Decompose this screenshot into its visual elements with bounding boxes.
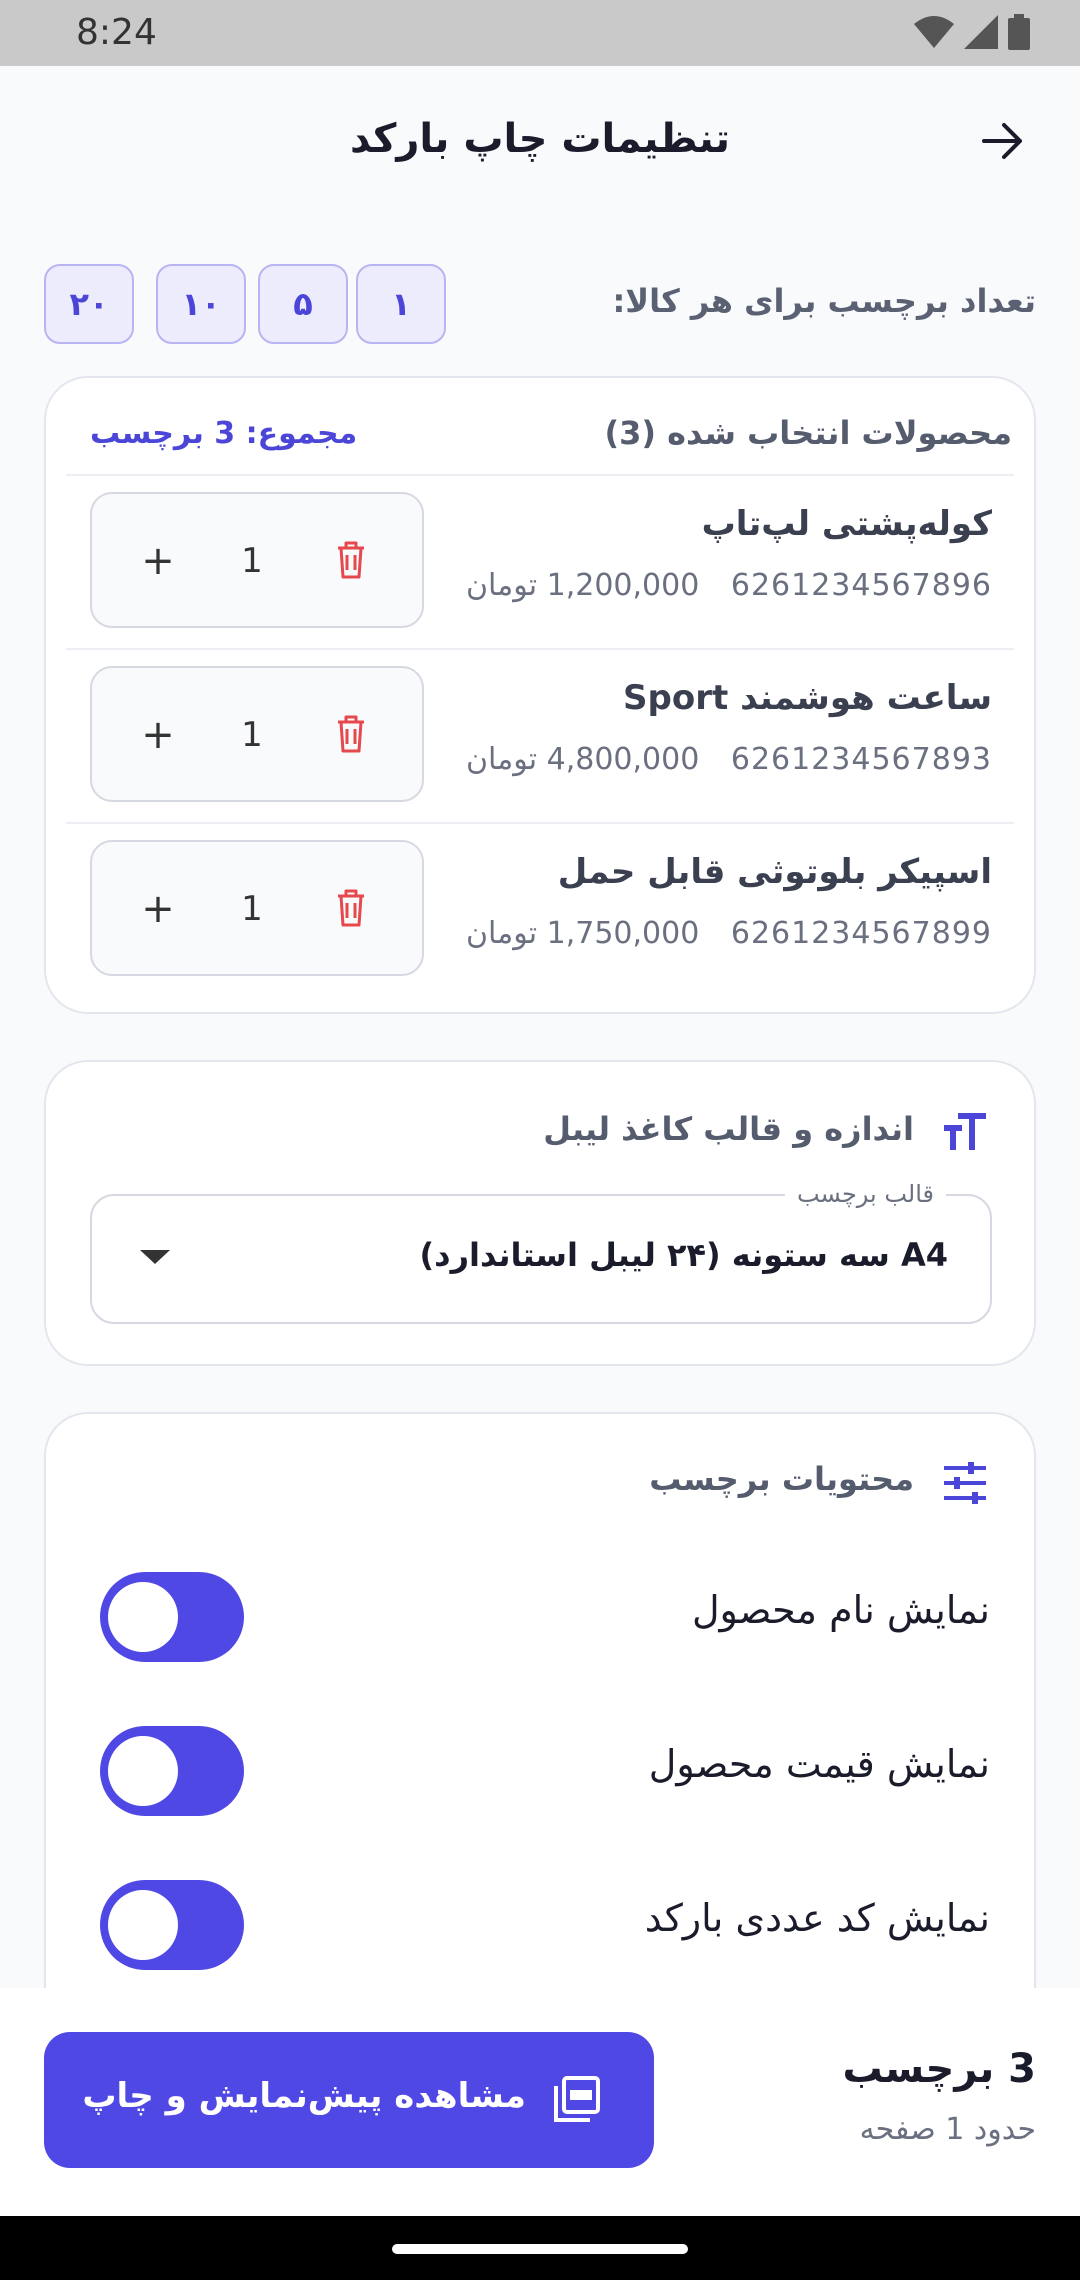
preview-print-label: مشاهده پیش‌نمایش و چاپ (82, 2076, 526, 2116)
status-time: 8:24 (76, 12, 157, 53)
top-app-bar: تنظیمات چاپ بارکد (0, 66, 1080, 216)
wifi-icon (914, 16, 954, 48)
increase-button[interactable]: + (138, 534, 178, 588)
delete-icon[interactable] (336, 888, 366, 928)
product-barcode: 6261234567896 (730, 568, 992, 603)
show-barcode-number-toggle[interactable] (100, 1880, 244, 1970)
status-icons (914, 14, 1030, 50)
selected-template: A4 سه ستونه (۲۴ لیبل استاندارد) (419, 1236, 948, 1274)
label-contents-title: محتویات برچسب (649, 1460, 914, 1498)
back-arrow-icon[interactable] (978, 116, 1028, 166)
increase-button[interactable]: + (138, 708, 178, 762)
quantity-value: 1 (241, 541, 263, 581)
increase-button[interactable]: + (138, 882, 178, 936)
qty-chip-20[interactable]: ۲۰ (44, 264, 134, 344)
qty-chip-5[interactable]: ۵ (258, 264, 348, 344)
labels-per-item-row: تعداد برچسب برای هر کالا: ۱ ۵ ۱۰ ۲۰ (44, 264, 1036, 344)
product-barcode: 6261234567893 (730, 742, 992, 777)
product-name: اسپیکر بلوتوثی قابل حمل (557, 852, 992, 892)
page-title: تنظیمات چاپ بارکد (350, 116, 730, 162)
selected-products-title: محصولات انتخاب شده (3) (604, 414, 1012, 452)
toggle-row: نمایش نام محصول (46, 1564, 1034, 1664)
select-label: قالب برچسب (784, 1180, 946, 1208)
paper-template-title: اندازه و قالب کاغذ لیبل (543, 1110, 914, 1148)
page-estimate: حدود 1 صفحه (859, 2112, 1036, 2147)
total-labels: مجموع: 3 برچسب (90, 416, 358, 451)
label-contents-card: محتویات برچسب نمایش نام محصول نمایش قیمت… (44, 1412, 1036, 2052)
product-row: ساعت هوشمند Sport 4,800,000 تومان 626123… (66, 650, 1014, 822)
signal-icon (964, 15, 998, 49)
tune-icon (944, 1462, 986, 1504)
product-name: کوله‌پشتی لپ‌تاپ (701, 504, 992, 544)
home-handle[interactable] (392, 2244, 688, 2254)
toggle-knob (108, 1582, 178, 1652)
product-price: 4,800,000 تومان (466, 742, 700, 777)
product-barcode: 6261234567899 (730, 916, 992, 951)
status-bar: 8:24 (0, 0, 1080, 66)
toggle-label: نمایش کد عددی بارکد (644, 1896, 990, 1940)
product-name: ساعت هوشمند Sport (623, 678, 992, 718)
delete-icon[interactable] (336, 540, 366, 580)
selected-products-card: محصولات انتخاب شده (3) مجموع: 3 برچسب کو… (44, 376, 1036, 1014)
product-meta: 1,200,000 تومان 6261234567896 (466, 568, 992, 603)
qty-chip-10[interactable]: ۱۰ (156, 264, 246, 344)
product-row: اسپیکر بلوتوثی قابل حمل 1,750,000 تومان … (66, 824, 1014, 996)
product-row: کوله‌پشتی لپ‌تاپ 1,200,000 تومان 6261234… (66, 476, 1014, 648)
toggle-knob (108, 1890, 178, 1960)
system-nav-bar (0, 2216, 1080, 2280)
product-meta: 1,750,000 تومان 6261234567899 (466, 916, 992, 951)
toggle-knob (108, 1736, 178, 1806)
qty-chip-1[interactable]: ۱ (356, 264, 446, 344)
product-price: 1,200,000 تومان (466, 568, 700, 603)
quantity-stepper: + 1 (90, 840, 424, 976)
product-price: 1,750,000 تومان (466, 916, 700, 951)
label-count: 3 برچسب (842, 2046, 1036, 2092)
toggle-row: نمایش قیمت محصول (46, 1718, 1034, 1818)
quantity-stepper: + 1 (90, 492, 424, 628)
toggle-row: نمایش کد عددی بارکد (46, 1872, 1034, 1972)
delete-icon[interactable] (336, 714, 366, 754)
quantity-value: 1 (241, 715, 263, 755)
product-meta: 4,800,000 تومان 6261234567893 (466, 742, 992, 777)
chevron-down-icon (140, 1250, 170, 1264)
quantity-value: 1 (241, 889, 263, 929)
toggle-label: نمایش نام محصول (691, 1588, 990, 1632)
quantity-stepper: + 1 (90, 666, 424, 802)
text-size-icon (944, 1113, 986, 1150)
show-price-toggle[interactable] (100, 1726, 244, 1816)
toggle-label: نمایش قیمت محصول (648, 1742, 990, 1786)
battery-icon (1008, 14, 1030, 50)
pdf-icon (554, 2076, 600, 2122)
label-template-select[interactable]: قالب برچسب A4 سه ستونه (۲۴ لیبل استاندار… (90, 1180, 992, 1324)
bottom-action-panel: 3 برچسب حدود 1 صفحه مشاهده پیش‌نمایش و چ… (0, 1988, 1080, 2216)
paper-template-card: اندازه و قالب کاغذ لیبل قالب برچسب A4 سه… (44, 1060, 1036, 1366)
labels-per-item-label: تعداد برچسب برای هر کالا: (612, 282, 1037, 320)
show-name-toggle[interactable] (100, 1572, 244, 1662)
preview-print-button[interactable]: مشاهده پیش‌نمایش و چاپ (44, 2032, 654, 2168)
